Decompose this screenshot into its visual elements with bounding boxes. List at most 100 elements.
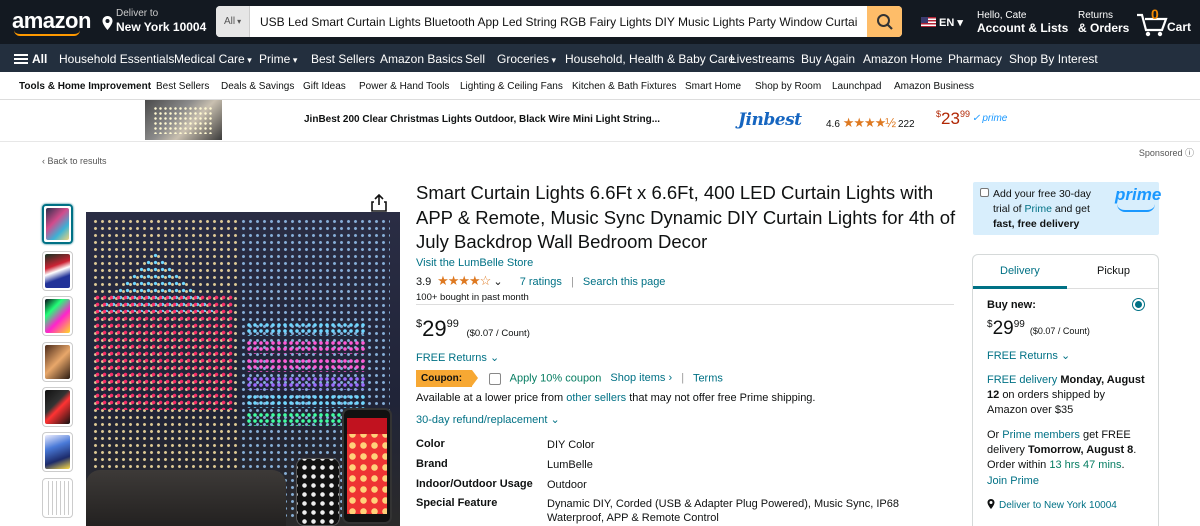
subnav-launchpad[interactable]: Launchpad — [832, 81, 882, 92]
cart-count: 0 — [1151, 6, 1159, 22]
banner-rating-value: 4.6 — [826, 119, 840, 130]
subnav-shop-by-room[interactable]: Shop by Room — [755, 81, 821, 92]
nav-prime[interactable]: Prime — [259, 52, 297, 66]
subnav-amazon-business[interactable]: Amazon Business — [894, 81, 974, 92]
back-to-results-link[interactable]: ‹ Back to results — [42, 156, 107, 166]
subnav-smart-home[interactable]: Smart Home — [685, 81, 741, 92]
thumbnail-5[interactable] — [42, 387, 73, 427]
nav-amazon-home[interactable]: Amazon Home — [863, 52, 942, 66]
prime-link[interactable]: Prime — [1025, 203, 1052, 215]
main-product-image[interactable] — [86, 212, 400, 526]
prime-trial-text-after: and get — [1054, 203, 1090, 215]
free-delivery-link[interactable]: FREE delivery — [987, 374, 1057, 386]
deliver-to-link[interactable]: Deliver to New York 10004 — [987, 498, 1147, 513]
search-category-dropdown[interactable]: All — [216, 6, 250, 37]
coupon-terms-link[interactable]: Terms — [693, 372, 723, 384]
nav-sell[interactable]: Sell — [465, 52, 485, 66]
tab-pickup[interactable]: Pickup — [1097, 265, 1130, 277]
price-fraction: 99 — [446, 318, 459, 330]
subnav-tools-home[interactable]: Tools & Home Improvement — [19, 81, 151, 92]
banner-product-title[interactable]: JinBest 200 Clear Christmas Lights Outdo… — [304, 114, 660, 125]
hamburger-menu-icon — [14, 54, 28, 64]
cart-button[interactable]: 0 Cart — [1136, 6, 1200, 40]
thumbnail-1[interactable] — [42, 204, 73, 244]
coupon-checkbox[interactable] — [489, 372, 502, 385]
nav-livestreams[interactable]: Livestreams — [730, 52, 795, 66]
subnav-kitchen-bath[interactable]: Kitchen & Bath Fixtures — [572, 81, 677, 92]
prime-trial-bold: fast, free delivery — [993, 218, 1080, 230]
lower-price-prefix: Available at a lower price from — [416, 392, 564, 404]
prime-trial-checkbox[interactable] — [980, 188, 989, 197]
thumbnail-3[interactable] — [42, 296, 73, 336]
thumbnail-4[interactable] — [42, 342, 73, 382]
shop-items-link[interactable]: Shop items › — [610, 372, 672, 384]
subnav-deals[interactable]: Deals & Savings — [221, 81, 294, 92]
banner-product-image[interactable] — [145, 100, 222, 140]
banner-rating[interactable]: 4.6 ★★★★½ 222 — [826, 115, 915, 131]
refund-policy-link[interactable]: 30-day refund/replacement ⌄ — [416, 413, 560, 426]
nav-household-essentials[interactable]: Household Essentials — [59, 52, 174, 66]
subnav-best-sellers[interactable]: Best Sellers — [156, 81, 209, 92]
search-input[interactable] — [260, 6, 858, 37]
free-returns-link[interactable]: FREE Returns ⌄ — [416, 351, 499, 364]
separator: | — [681, 372, 685, 385]
thumbnail-2[interactable] — [42, 251, 73, 291]
phone-screen — [347, 418, 387, 514]
sofa-shape — [86, 470, 286, 526]
join-prime-label: Join Prime — [987, 475, 1039, 487]
nav-best-sellers[interactable]: Best Sellers — [311, 52, 375, 66]
divider — [416, 304, 954, 305]
sponsored-banner[interactable]: JinBest 200 Clear Christmas Lights Outdo… — [0, 100, 1200, 142]
join-prime-link[interactable]: Join Prime — [987, 474, 1147, 489]
nav-buy-again[interactable]: Buy Again — [801, 52, 855, 66]
lower-price-note: Available at a lower price from other se… — [416, 392, 815, 404]
nav-household-health-baby[interactable]: Household, Health & Baby Care — [565, 52, 735, 66]
buybox-free-returns[interactable]: FREE Returns ⌄ — [987, 349, 1147, 364]
nav-medical-care[interactable]: Medical Care — [174, 52, 252, 66]
buy-new-radio[interactable] — [1132, 298, 1145, 311]
nav-amazon-basics[interactable]: Amazon Basics — [380, 52, 463, 66]
language-selector[interactable]: EN ▾ — [921, 16, 963, 29]
bought-count: 100+ bought in past month — [416, 291, 529, 303]
chevron-down-icon[interactable]: ⌄ — [493, 276, 505, 288]
ratings-count-link[interactable]: 7 ratings — [520, 276, 562, 288]
prime-members-link[interactable]: Prime members — [1002, 429, 1080, 441]
share-icon[interactable] — [370, 194, 388, 212]
other-sellers-link[interactable]: other sellers — [566, 392, 626, 404]
nav-pharmacy[interactable]: Pharmacy — [948, 52, 1002, 66]
spec-key: Indoor/Outdoor Usage — [416, 478, 533, 490]
light-stripe — [246, 376, 366, 390]
all-menu-button[interactable]: All — [14, 52, 47, 66]
banner-price: $2399 ✓ prime — [936, 109, 1007, 129]
us-flag-icon — [921, 17, 936, 27]
search-icon — [877, 14, 893, 30]
chevron-down-icon: ⌄ — [550, 414, 560, 426]
buybox-price: $2999 ($0.07 / Count) — [987, 317, 1147, 339]
search-button[interactable] — [867, 6, 902, 37]
banner-prime-label: prime — [982, 113, 1008, 124]
apply-coupon-label[interactable]: Apply 10% coupon — [510, 372, 602, 384]
subnav-gift-ideas[interactable]: Gift Ideas — [303, 81, 346, 92]
search-page-link[interactable]: Search this page — [583, 276, 666, 288]
sponsored-label[interactable]: Sponsored ⓘ — [1139, 146, 1194, 159]
returns-label: Returns — [1078, 10, 1114, 21]
product-title: Smart Curtain Lights 6.6Ft x 6.6Ft, 400 … — [416, 182, 956, 252]
refund-label: 30-day refund/replacement — [416, 414, 548, 426]
thumbnail-6[interactable] — [42, 432, 73, 472]
banner-brand-logo[interactable]: Jinbest — [738, 110, 802, 130]
store-link[interactable]: Visit the LumBelle Store — [416, 257, 956, 269]
star-rating-icon[interactable]: ★★★★☆ — [437, 273, 491, 288]
order-within-label: Order within — [987, 459, 1047, 471]
returns-orders-link[interactable]: Returns & Orders — [1078, 10, 1129, 35]
subnav-power-tools[interactable]: Power & Hand Tools — [359, 81, 449, 92]
light-stripe — [246, 322, 366, 336]
account-menu[interactable]: Hello, Cate Account & Lists — [977, 10, 1068, 35]
spec-value: Outdoor — [547, 479, 587, 491]
subnav-lighting[interactable]: Lighting & Ceiling Fans — [460, 81, 563, 92]
banner-price-fraction: 99 — [959, 109, 970, 119]
tab-delivery[interactable]: Delivery — [1000, 265, 1040, 277]
nav-groceries[interactable]: Groceries — [497, 52, 556, 66]
thumbnail-7[interactable] — [42, 478, 73, 518]
spec-key: Color — [416, 438, 445, 450]
nav-shop-by-interest[interactable]: Shop By Interest — [1009, 52, 1098, 66]
